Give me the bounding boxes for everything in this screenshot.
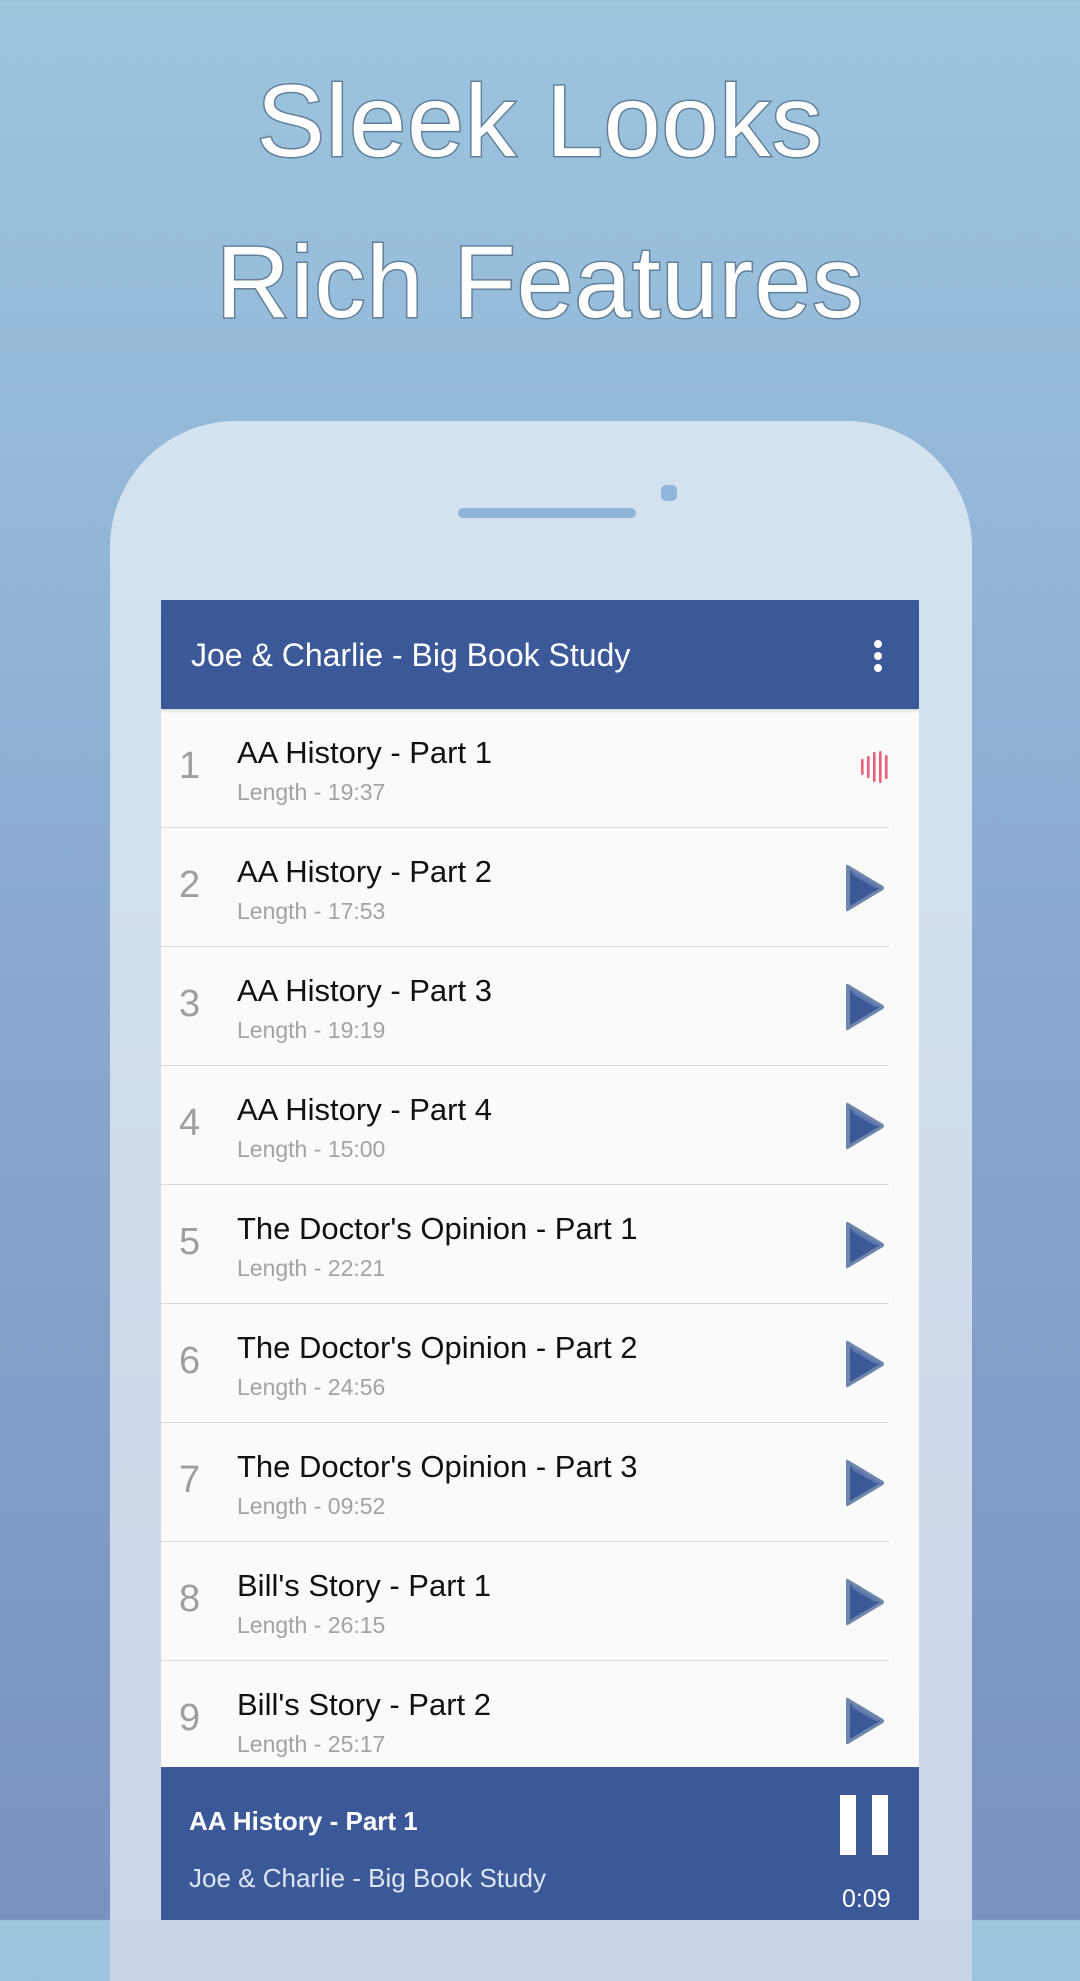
- play-icon[interactable]: [844, 1101, 886, 1151]
- track-number: 3: [179, 983, 201, 1025]
- track-length: Length - 24:56: [237, 1374, 386, 1400]
- play-icon[interactable]: [844, 1220, 886, 1270]
- equalizer-icon: [861, 751, 888, 783]
- track-length: Length - 19:19: [237, 1017, 386, 1043]
- track-row[interactable]: 1 AA History - Part 1 Length - 19:37: [161, 709, 919, 828]
- app-screen: Joe & Charlie - Big Book Study 1 AA Hist…: [161, 600, 919, 1920]
- track-row[interactable]: 5 The Doctor's Opinion - Part 1 Length -…: [161, 1185, 919, 1304]
- play-icon[interactable]: [844, 1577, 886, 1627]
- pause-icon-bar: [872, 1795, 888, 1855]
- track-title: The Doctor's Opinion - Part 3: [237, 1449, 638, 1484]
- phone-camera: [661, 485, 677, 501]
- track-row[interactable]: 2 AA History - Part 2 Length - 17:53: [161, 828, 919, 947]
- play-icon[interactable]: [844, 863, 886, 913]
- app-title: Joe & Charlie - Big Book Study: [191, 637, 631, 673]
- track-title: AA History - Part 3: [237, 973, 492, 1008]
- track-title: The Doctor's Opinion - Part 2: [237, 1330, 638, 1365]
- more-options-icon[interactable]: [866, 640, 890, 672]
- track-length: Length - 26:15: [237, 1612, 386, 1638]
- track-title: Bill's Story - Part 1: [237, 1568, 491, 1603]
- track-length: Length - 09:52: [237, 1493, 386, 1519]
- track-row[interactable]: 4 AA History - Part 4 Length - 15:00: [161, 1066, 919, 1185]
- promo-headline-1: Sleek Looks: [255, 64, 824, 178]
- track-length: Length - 25:17: [237, 1731, 386, 1757]
- play-icon[interactable]: [844, 982, 886, 1032]
- track-title: AA History - Part 2: [237, 854, 492, 889]
- track-row[interactable]: 6 The Doctor's Opinion - Part 2 Length -…: [161, 1304, 919, 1423]
- track-title: AA History - Part 4: [237, 1092, 492, 1127]
- track-row[interactable]: 7 The Doctor's Opinion - Part 3 Length -…: [161, 1423, 919, 1542]
- track-number: 8: [179, 1578, 201, 1620]
- play-icon[interactable]: [844, 1458, 886, 1508]
- track-row[interactable]: 9 Bill's Story - Part 2 Length - 25:17: [161, 1661, 919, 1780]
- pause-button[interactable]: [840, 1795, 888, 1855]
- play-icon[interactable]: [844, 1696, 886, 1746]
- now-playing-bar[interactable]: AA History - Part 1 Joe & Charlie - Big …: [161, 1767, 919, 1920]
- play-icon[interactable]: [844, 1339, 886, 1389]
- track-length: Length - 15:00: [237, 1136, 386, 1162]
- track-length: Length - 17:53: [237, 898, 386, 924]
- promo-headline-2: Rich Features: [215, 225, 865, 339]
- track-number: 6: [179, 1340, 201, 1382]
- track-number: 4: [179, 1102, 201, 1144]
- track-number: 2: [179, 864, 201, 906]
- now-playing-subtitle: Joe & Charlie - Big Book Study: [189, 1863, 546, 1893]
- track-title: The Doctor's Opinion - Part 1: [237, 1211, 638, 1246]
- app-bar: Joe & Charlie - Big Book Study: [161, 600, 919, 709]
- pause-icon: [840, 1795, 856, 1855]
- track-number: 9: [179, 1697, 201, 1739]
- track-title: Bill's Story - Part 2: [237, 1687, 491, 1722]
- track-list: 1 AA History - Part 1 Length - 19:37 2 A…: [161, 709, 919, 1780]
- elapsed-time: 0:09: [842, 1885, 891, 1913]
- track-length: Length - 22:21: [237, 1255, 386, 1281]
- track-number: 5: [179, 1221, 201, 1263]
- now-playing-title: AA History - Part 1: [189, 1806, 418, 1836]
- track-number: 7: [179, 1459, 201, 1501]
- phone-speaker: [458, 508, 636, 518]
- track-row[interactable]: 3 AA History - Part 3 Length - 19:19: [161, 947, 919, 1066]
- track-length: Length - 19:37: [237, 779, 386, 805]
- track-row[interactable]: 8 Bill's Story - Part 1 Length - 26:15: [161, 1542, 919, 1661]
- track-number: 1: [179, 745, 201, 787]
- track-title: AA History - Part 1: [237, 735, 492, 770]
